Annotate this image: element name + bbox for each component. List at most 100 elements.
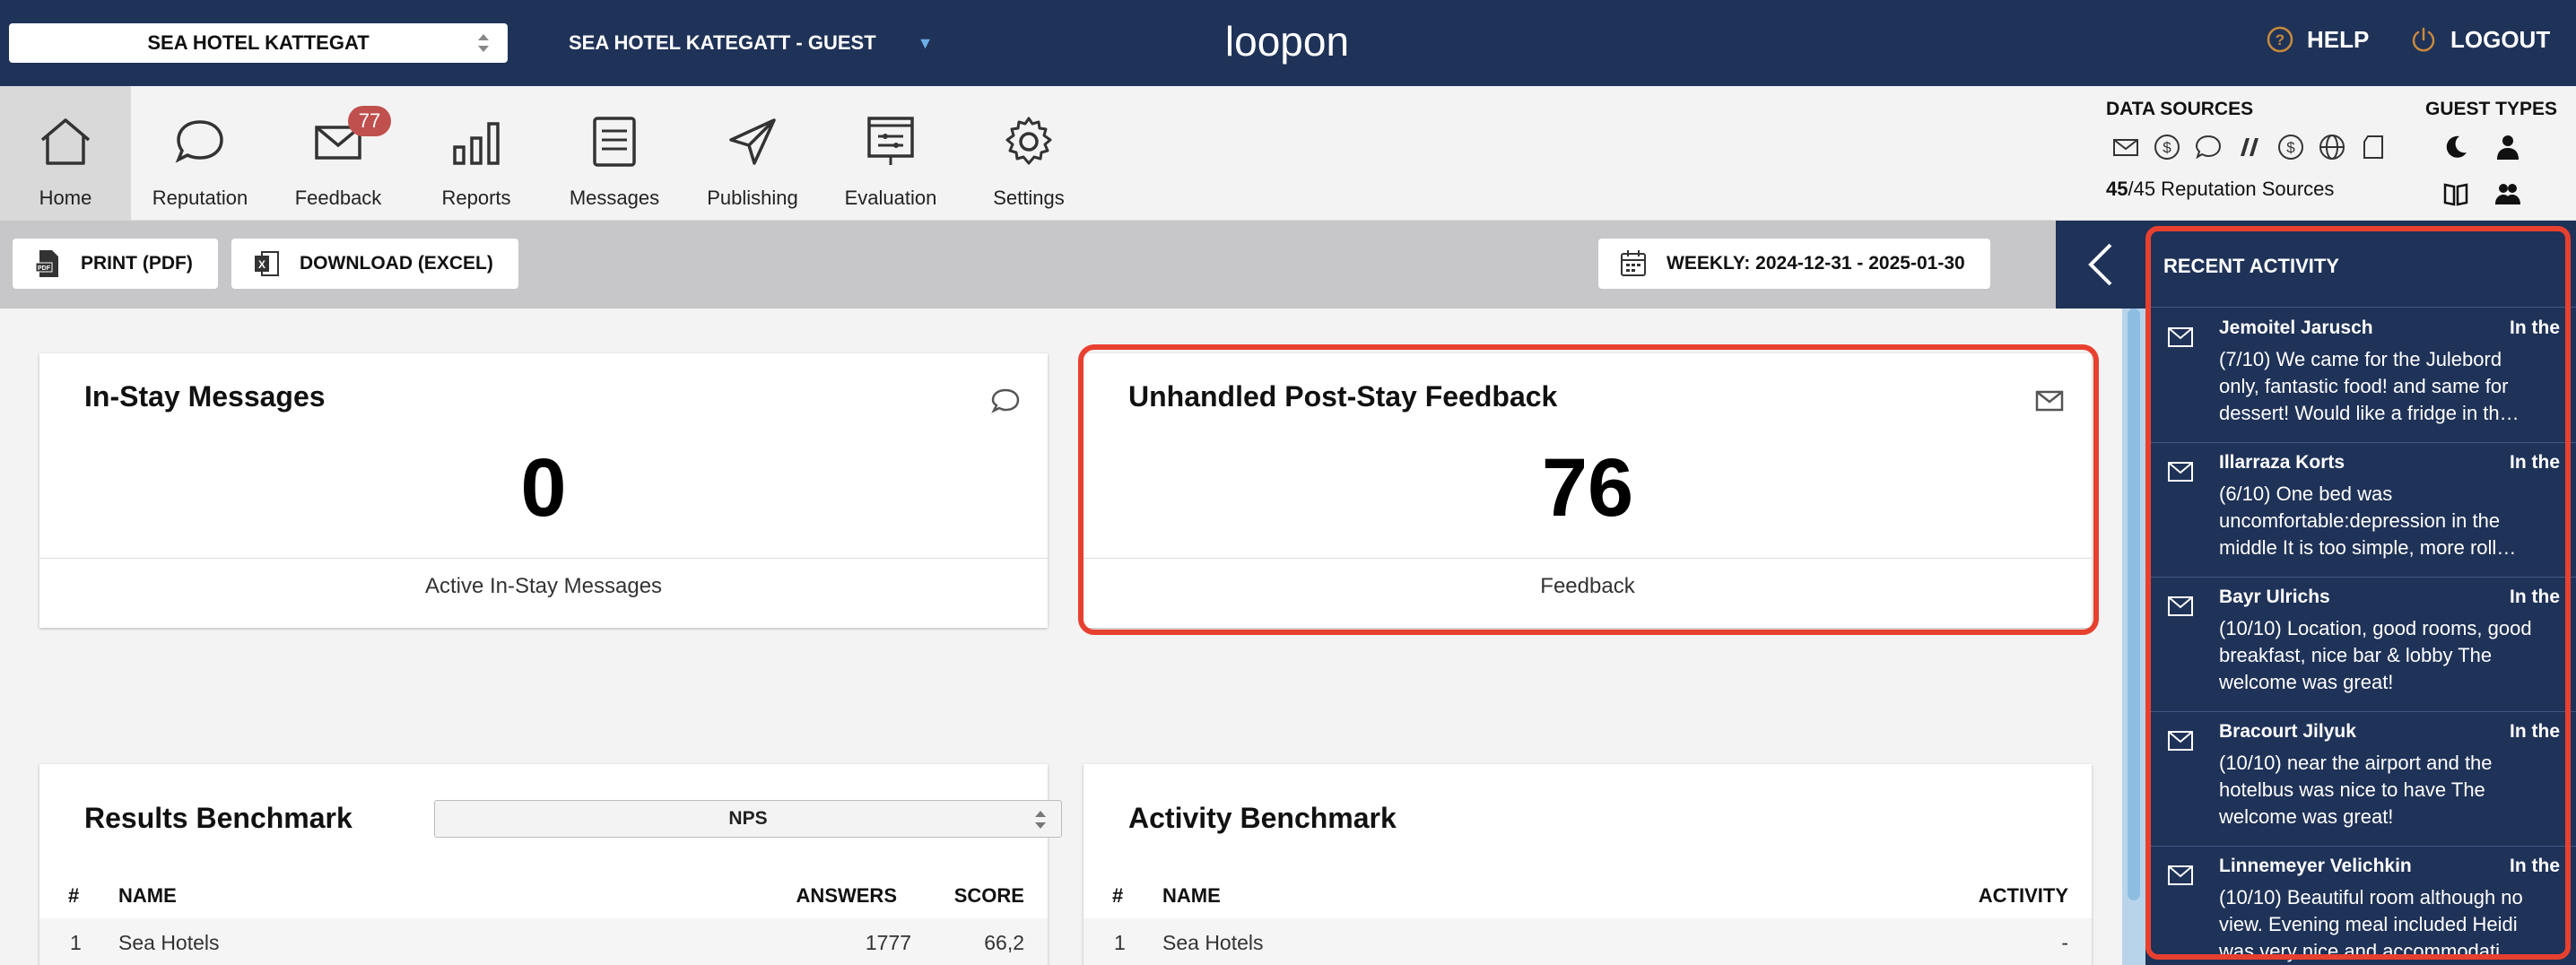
column-header[interactable]: SCORE: [954, 884, 1024, 908]
logout-link[interactable]: LOGOUT: [2409, 25, 2550, 54]
paper-plane-icon: [729, 118, 776, 165]
envelope-icon: [2168, 596, 2193, 616]
table-row[interactable]: 1 Sea Hotels -: [1083, 918, 2092, 965]
booking-icon[interactable]: [2235, 133, 2264, 161]
nav-feedback[interactable]: 77 Feedback: [273, 86, 404, 221]
svg-text:loopon: loopon: [1225, 18, 1349, 65]
column-header[interactable]: ANSWERS: [796, 884, 897, 908]
table-row[interactable]: 1 Sea Hotels 1777 66,2: [39, 918, 1048, 965]
date-range-label: WEEKLY: 2024-12-31 - 2025-01-30: [1667, 253, 1965, 274]
svg-text:PDF: PDF: [38, 265, 51, 272]
column-header: #: [68, 884, 80, 907]
chat-bubble-icon: [175, 120, 223, 163]
benchmark-metric-select[interactable]: NPS: [434, 800, 1062, 838]
column-header[interactable]: ACTIVITY: [1979, 884, 2068, 908]
activity-text: (10/10) Beautiful room although no view.…: [2219, 886, 2523, 962]
activity-item[interactable]: Linnemeyer Velichkin In the (10/10) Beau…: [2145, 847, 2576, 965]
envelope-icon: [2168, 731, 2193, 751]
feedback-count-badge: 77: [348, 106, 391, 136]
nav-feedback-label: Feedback: [294, 187, 382, 209]
activity-time: In the: [2510, 721, 2560, 742]
power-icon: [2412, 27, 2435, 52]
scrollbar-thumb[interactable]: [2128, 309, 2140, 900]
envelope-icon: [2168, 865, 2193, 885]
nav-publishing[interactable]: Publishing: [687, 86, 818, 221]
envelope-icon: [2035, 390, 2064, 412]
envelope-icon: [2168, 462, 2193, 482]
activity-guest-name: Bayr Ulrichs: [2219, 587, 2330, 607]
globe-icon[interactable]: [2318, 133, 2346, 161]
feedback-count: 76: [1541, 442, 1634, 534]
guest-select[interactable]: SEA HOTEL KATEGATT - GUEST ▼: [569, 27, 933, 59]
in-stay-messages-card: In-Stay Messages 0 Active In-Stay Messag…: [39, 353, 1048, 628]
tablet-icon[interactable]: [2359, 133, 2388, 161]
nav-home-label: Home: [39, 187, 92, 209]
activity-time: In the: [2510, 317, 2560, 338]
hotel-select[interactable]: SEA HOTEL KATTEGAT: [9, 23, 508, 63]
nav-reports-label: Reports: [441, 187, 511, 209]
activity-item[interactable]: Bracourt Jilyuk In the (10/10) near the …: [2145, 712, 2576, 847]
document-icon: [593, 117, 636, 167]
help-link[interactable]: ? HELP: [2266, 25, 2369, 54]
card-title: Activity Benchmark: [1128, 802, 1397, 834]
row-name: Sea Hotels: [118, 931, 220, 954]
print-pdf-button[interactable]: PDF PRINT (PDF): [13, 239, 218, 289]
envelope-icon[interactable]: [2111, 133, 2140, 161]
chevron-left-icon: [2088, 243, 2112, 286]
card-title: Unhandled Post-Stay Feedback: [1128, 380, 1558, 413]
main-nav: Home Reputation 77 Feedback Reports Mess…: [0, 86, 2576, 221]
nav-evaluation[interactable]: Evaluation: [825, 86, 956, 221]
scrollbar[interactable]: [2122, 309, 2145, 965]
nav-settings[interactable]: Settings: [963, 86, 1094, 221]
activity-time: In the: [2510, 856, 2560, 876]
table-header: # NAME ANSWERS SCORE: [39, 872, 1048, 917]
group-icon[interactable]: [2493, 179, 2522, 208]
nav-home[interactable]: Home: [0, 86, 131, 221]
chat-bubble-icon[interactable]: [2194, 133, 2223, 161]
logout-label: LOGOUT: [2450, 25, 2551, 53]
envelope-icon: [2168, 327, 2193, 347]
activity-text: (7/10) We came for the Julebord only, fa…: [2219, 348, 2519, 424]
book-icon[interactable]: [2441, 179, 2470, 208]
select-arrows-icon: [1035, 811, 1046, 829]
download-excel-label: DOWNLOAD (EXCEL): [300, 253, 493, 274]
nav-messages[interactable]: Messages: [549, 86, 680, 221]
row-name: Sea Hotels: [1162, 931, 1264, 954]
card-footer: Active In-Stay Messages: [424, 574, 663, 598]
activity-guest-name: Bracourt Jilyuk: [2219, 721, 2356, 742]
activity-guest-name: Illarraza Korts: [2219, 452, 2345, 473]
card-title: In-Stay Messages: [84, 380, 326, 413]
dollar-circle-icon[interactable]: $: [2276, 133, 2305, 161]
home-icon: [40, 118, 91, 165]
dollar-icon[interactable]: $: [2153, 133, 2181, 161]
data-sources-title: DATA SOURCES: [2106, 99, 2254, 119]
svg-text:$: $: [2163, 139, 2171, 156]
moon-icon[interactable]: [2441, 133, 2470, 161]
nav-evaluation-label: Evaluation: [844, 187, 937, 209]
activity-item[interactable]: Bayr Ulrichs In the (10/10) Location, go…: [2145, 578, 2576, 712]
date-range-selector[interactable]: WEEKLY: 2024-12-31 - 2025-01-30: [1598, 239, 1990, 289]
nav-settings-label: Settings: [993, 187, 1065, 209]
activity-item[interactable]: Jemoitel Jarusch In the (7/10) We came f…: [2145, 309, 2576, 443]
data-sources-count: 45/45 Reputation Sources: [2106, 178, 2335, 200]
pdf-icon: PDF: [35, 250, 58, 277]
svg-text:$: $: [2286, 139, 2295, 156]
excel-icon: X: [255, 251, 279, 276]
select-arrows-icon: [478, 34, 489, 52]
svg-text:X: X: [258, 258, 265, 271]
download-excel-button[interactable]: X DOWNLOAD (EXCEL): [231, 239, 518, 289]
divider: [1083, 558, 2092, 559]
row-number: 1: [1114, 931, 1126, 954]
nav-reports[interactable]: Reports: [411, 86, 542, 221]
activity-time: In the: [2510, 587, 2560, 607]
post-stay-feedback-card[interactable]: Unhandled Post-Stay Feedback 76 Feedback: [1083, 353, 2092, 628]
svg-text:?: ?: [2276, 31, 2284, 48]
column-header[interactable]: NAME: [1162, 884, 1221, 908]
nav-reputation[interactable]: Reputation: [135, 86, 265, 221]
activity-guest-name: Linnemeyer Velichkin: [2219, 856, 2412, 876]
table-header: # NAME ACTIVITY: [1083, 872, 2092, 917]
business-person-icon[interactable]: [2493, 133, 2522, 161]
activity-item[interactable]: Illarraza Korts In the (6/10) One bed wa…: [2145, 443, 2576, 578]
column-header[interactable]: NAME: [118, 884, 177, 908]
collapse-panel-button[interactable]: [2056, 221, 2145, 309]
